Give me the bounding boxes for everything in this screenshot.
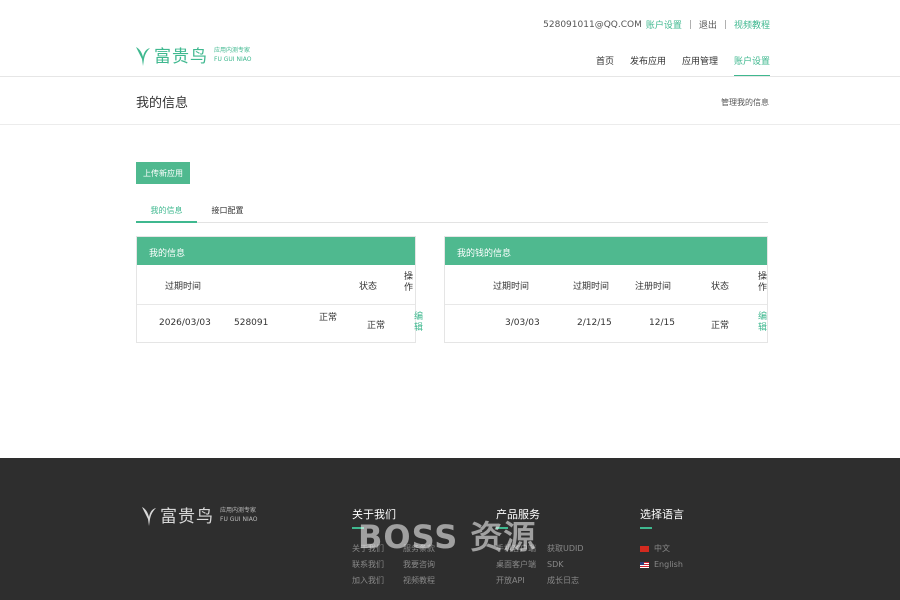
edit-link[interactable]: 编辑: [411, 311, 424, 333]
footer-products-links-2: 获取UDID SDK 成长日志: [547, 541, 584, 589]
separator: |: [688, 19, 692, 30]
cn-flag-icon: [640, 546, 649, 552]
language-option-english[interactable]: English: [640, 557, 683, 573]
site-logo[interactable]: 富贵鸟 应用内测专家 FU GUI NIAO: [134, 42, 251, 67]
cell-col-2: 2/12/15: [577, 318, 612, 328]
main-nav: 首页 发布应用 应用管理 账户设置: [596, 54, 771, 77]
logo-tagline: 应用内测专家: [214, 46, 251, 54]
us-flag-icon: [640, 562, 649, 568]
video-tutorial-link[interactable]: 视频教程: [734, 18, 770, 31]
page-header: 我的信息 管理我的信息: [0, 77, 900, 125]
footer-link[interactable]: 加入我们: [352, 576, 384, 585]
row-divider: [445, 304, 767, 305]
account-email: 528091011@QQ.COM: [543, 19, 642, 30]
cell-status: 正常: [711, 321, 730, 331]
footer-link[interactable]: 视频教程: [403, 576, 435, 585]
cell-status-1: 正常: [319, 313, 338, 323]
footer-link[interactable]: 成长日志: [547, 576, 579, 585]
footer-logo-subtitle: 应用内测专家 FU GUI NIAO: [220, 506, 257, 524]
panel-title: 我的钱的信息: [445, 237, 767, 265]
header-register: 注册时间: [635, 282, 672, 292]
header-expire-1: 过期时间: [493, 282, 530, 292]
footer-link[interactable]: 桌面客户端: [496, 560, 536, 569]
nav-publish-app[interactable]: 发布应用: [630, 54, 666, 76]
footer-logo[interactable]: 富贵鸟 应用内测专家 FU GUI NIAO: [140, 502, 257, 527]
cell-col-1: 3/03/03: [505, 318, 540, 328]
title-underline: [640, 527, 652, 529]
nav-account-settings[interactable]: 账户设置: [733, 54, 771, 77]
footer-logo-pinyin: FU GUI NIAO: [220, 515, 258, 523]
separator: |: [723, 19, 727, 30]
footer-language-title: 选择语言: [640, 508, 684, 521]
tab-api-config[interactable]: 接口配置: [197, 202, 258, 222]
header-action: 操作: [756, 271, 766, 293]
header-expire-2: 过期时间: [573, 282, 610, 292]
row-divider: [137, 304, 415, 305]
footer-language-col: 选择语言: [640, 506, 684, 529]
footer-link[interactable]: 获取UDID: [547, 544, 584, 553]
cell-id: 528091: [234, 318, 269, 328]
breadcrumb: 管理我的信息: [721, 98, 769, 107]
watermark: BOSS 资源: [358, 518, 537, 556]
logout-link[interactable]: 退出: [699, 18, 717, 31]
footer-link[interactable]: SDK: [547, 560, 563, 569]
my-money-info-panel: 我的钱的信息 过期时间 过期时间 注册时间 状态 操作 3/03/03 2/12…: [444, 236, 768, 343]
header-status: 状态: [711, 282, 730, 292]
bird-logo-icon: [136, 46, 150, 66]
cell-expire: 2026/03/03: [159, 318, 211, 328]
footer-logo-name: 富贵鸟: [160, 507, 214, 527]
logo-subtitle: 应用内测专家 FU GUI NIAO: [214, 46, 251, 64]
tab-my-info[interactable]: 我的信息: [136, 202, 197, 223]
cell-status-2: 正常: [367, 321, 386, 331]
top-account-bar: 528091011@QQ.COM 账户设置 | 退出 | 视频教程: [543, 18, 770, 32]
account-settings-link[interactable]: 账户设置: [646, 18, 682, 31]
language-label: 中文: [654, 544, 670, 553]
site-footer: 富贵鸟 应用内测专家 FU GUI NIAO 关于我们 关于我们 联系我们 加入…: [0, 458, 900, 600]
bird-logo-icon: [142, 506, 156, 526]
footer-link[interactable]: 开放API: [496, 576, 525, 585]
nav-home[interactable]: 首页: [596, 54, 614, 76]
footer-link[interactable]: 联系我们: [352, 560, 384, 569]
header-status: 状态: [359, 282, 378, 292]
cell-col-3: 12/15: [649, 318, 675, 328]
language-label: English: [654, 560, 683, 569]
upload-new-app-button[interactable]: 上传新应用: [136, 162, 190, 184]
logo-name: 富贵鸟: [154, 47, 208, 67]
my-info-panel: 我的信息 过期时间 状态 操作 2026/03/03 528091 正常 正常 …: [136, 236, 422, 343]
logo-pinyin: FU GUI NIAO: [214, 55, 252, 63]
language-options: 中文 English: [640, 541, 683, 573]
footer-logo-tagline: 应用内测专家: [220, 506, 257, 514]
panel-title: 我的信息: [137, 237, 415, 265]
footer-link[interactable]: 我要咨询: [403, 560, 435, 569]
info-tabs: 我的信息 接口配置: [136, 202, 768, 223]
page-title: 我的信息: [136, 96, 189, 111]
language-option-chinese[interactable]: 中文: [640, 541, 683, 557]
header-action: 操作: [402, 271, 412, 293]
edit-link[interactable]: 编辑: [755, 311, 768, 333]
header-expire: 过期时间: [165, 282, 202, 292]
nav-app-management[interactable]: 应用管理: [682, 54, 718, 76]
